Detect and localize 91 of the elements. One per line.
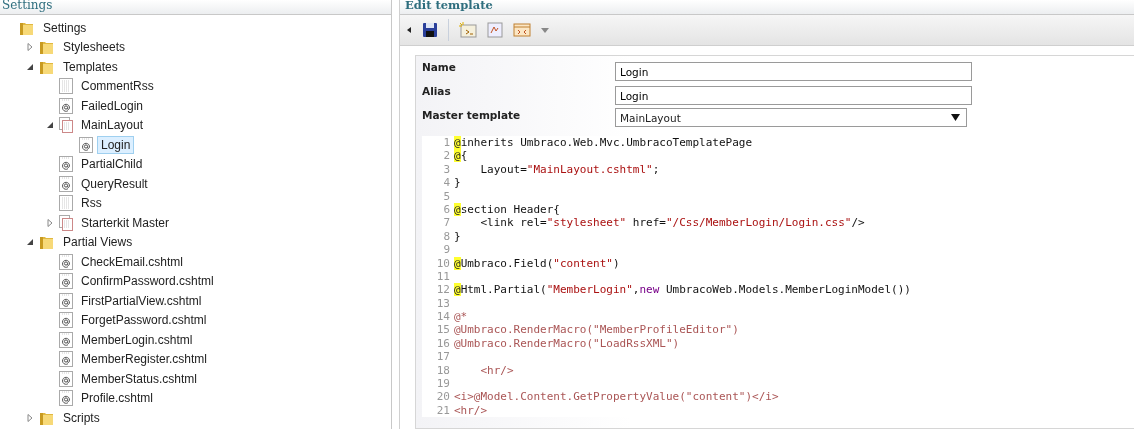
save-icon[interactable]	[422, 22, 438, 38]
code-line: }	[454, 176, 461, 190]
tree-item[interactable]: ForgetPassword.cshtml	[77, 311, 211, 330]
tree-item[interactable]: MemberStatus.cshtml	[77, 369, 202, 388]
insert-field-icon[interactable]	[459, 22, 477, 38]
code-line: <link rel="stylesheet" href="/Css/MemberLogin/Login.css"/>	[479, 216, 865, 230]
line-number: 1	[442, 136, 451, 150]
insert-placeholder-icon[interactable]	[513, 22, 531, 38]
razor-file-icon	[59, 156, 73, 173]
line-number: 18	[435, 363, 451, 378]
code-line: <hr/>	[454, 403, 488, 418]
tree-item[interactable]: Rss	[77, 194, 106, 213]
line-number: 3	[442, 162, 451, 177]
tree-item[interactable]: QueryResult	[77, 174, 152, 193]
tree-item[interactable]: Settings	[39, 18, 91, 37]
razor-file-icon	[59, 351, 73, 368]
text-input-field[interactable]: Login	[615, 86, 972, 105]
collapse-caret-icon[interactable]	[46, 121, 54, 130]
razor-file-icon	[59, 390, 73, 407]
panel-title: Edit template	[400, 0, 1134, 15]
line-number: 7	[442, 216, 451, 230]
field-label: Alias	[422, 84, 452, 97]
folder-icon	[39, 234, 55, 251]
document-icon	[59, 78, 73, 95]
razor-file-icon	[59, 331, 73, 348]
line-number: 16	[435, 336, 451, 351]
collapse-caret-icon[interactable]	[26, 62, 34, 71]
line-number: 21	[435, 403, 451, 418]
tree-item[interactable]: Stylesheets	[59, 38, 130, 57]
line-number: 13	[435, 296, 451, 311]
razor-file-icon	[59, 253, 73, 270]
razor-file-icon	[59, 97, 73, 114]
line-number: 19	[435, 377, 451, 391]
line-number: 11	[435, 269, 451, 284]
line-number: 10	[435, 256, 451, 270]
code-line: }	[454, 229, 461, 244]
collapse-arrow-icon[interactable]	[406, 26, 412, 34]
tree-item[interactable]: MemberLogin.cshtml	[77, 330, 197, 349]
dropdown-caret-icon	[951, 114, 960, 121]
tree-item[interactable]: Partial Views	[59, 233, 137, 252]
tree-item[interactable]: FirstPartialView.cshtml	[77, 291, 206, 310]
razor-file-icon	[59, 370, 73, 387]
tree-item[interactable]: PartialChild	[77, 155, 147, 174]
tree-item[interactable]: Templates	[59, 57, 122, 76]
line-number: 8	[442, 229, 451, 244]
expand-caret-icon[interactable]	[46, 218, 54, 227]
tree-item[interactable]: CheckEmail.cshtml	[77, 252, 188, 271]
field-label: Master template	[422, 108, 522, 121]
code-line: <i>@Model.Content.GetPropertyValue("content")</i>	[454, 390, 779, 404]
razor-file-icon	[79, 136, 93, 153]
tree-item[interactable]: Login	[97, 135, 135, 154]
document-icon	[59, 195, 73, 212]
line-number: 12	[435, 283, 451, 297]
expand-caret-icon[interactable]	[26, 413, 34, 422]
line-number: 15	[435, 323, 451, 337]
tree-item[interactable]: MemberRegister.cshtml	[77, 350, 212, 369]
text-input-field[interactable]: Login	[615, 62, 972, 81]
tree-item[interactable]: CommentRss	[77, 77, 158, 96]
code-line: <hr/>	[479, 363, 514, 378]
collapse-caret-icon[interactable]	[26, 238, 34, 247]
line-number: 2	[442, 149, 451, 163]
dropdown-caret-icon[interactable]	[541, 27, 549, 33]
line-number: 4	[442, 176, 451, 190]
razor-file-icon	[59, 175, 73, 192]
code-line: Layout="MainLayout.cshtml";	[479, 162, 660, 177]
code-line: @Umbraco.RenderMacro("LoadRssXML")	[454, 336, 680, 351]
line-number: 6	[442, 202, 451, 217]
tree-item[interactable]: Scripts	[59, 408, 104, 427]
panel-title: Settings	[0, 0, 391, 15]
line-number: 14	[435, 310, 451, 324]
razor-file-icon	[59, 273, 73, 290]
razor-file-icon	[59, 312, 73, 329]
line-number: 17	[435, 350, 451, 364]
tree-item[interactable]: FailedLogin	[77, 96, 148, 115]
master-template-dropdown[interactable]: MainLayout	[615, 108, 967, 127]
code-line: @Umbraco.RenderMacro("MemberProfileEditor")	[454, 323, 739, 337]
field-label: Name	[422, 60, 457, 73]
folder-icon	[39, 39, 55, 56]
master-template-icon	[59, 117, 73, 134]
tree-item[interactable]: ConfirmPassword.cshtml	[77, 272, 218, 291]
tree-item[interactable]: Profile.cshtml	[77, 389, 158, 408]
tree-item[interactable]: MainLayout	[77, 116, 148, 135]
line-number: 5	[442, 189, 451, 203]
insert-macro-icon[interactable]	[487, 22, 503, 38]
line-number: 20	[435, 390, 451, 404]
code-line: @*	[454, 310, 468, 324]
expand-caret-icon[interactable]	[26, 43, 34, 52]
line-number: 9	[442, 243, 451, 257]
razor-file-icon	[59, 292, 73, 309]
tree-item[interactable]: Starterkit Master	[77, 213, 174, 232]
master-template-icon	[59, 214, 73, 231]
